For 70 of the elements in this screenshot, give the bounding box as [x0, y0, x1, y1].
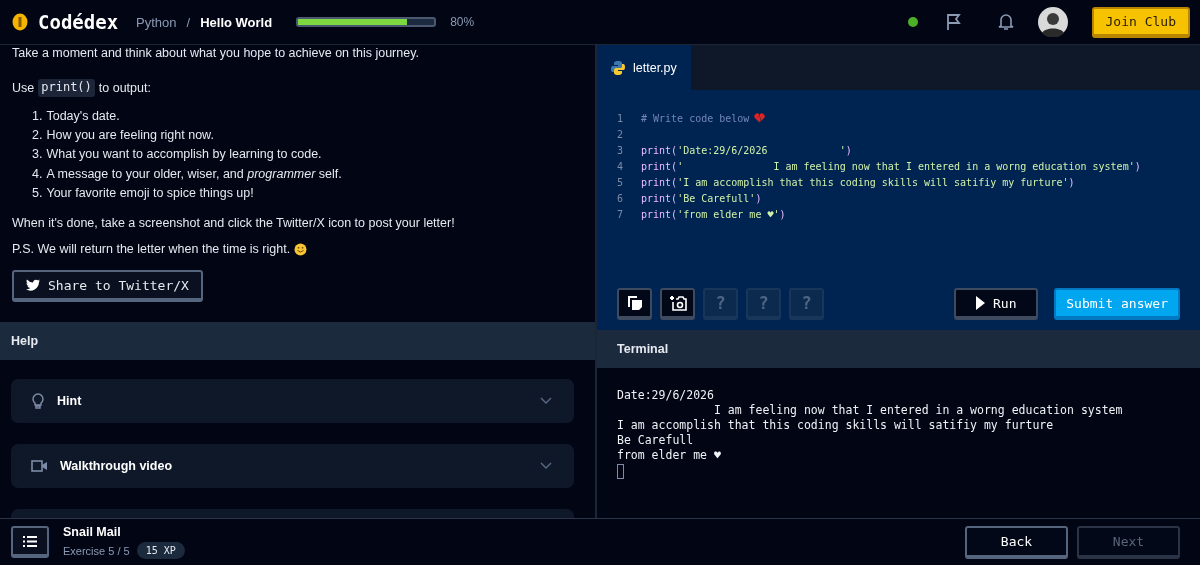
run-button[interactable]: Run	[954, 288, 1039, 320]
chevron-icon	[540, 397, 552, 405]
code-line: print(' I am feeling now that I entered in a worng education system')	[641, 160, 1141, 172]
step-number: 1.	[32, 107, 43, 125]
xp-badge: 15 XP	[136, 542, 185, 559]
file-tab[interactable]: letter.py	[597, 45, 691, 90]
terminal-output-line: from elder me ♥	[617, 448, 722, 463]
play-icon	[976, 296, 985, 310]
flag-icon[interactable]	[945, 13, 962, 31]
smiley-icon	[294, 242, 308, 256]
terminal-output-line: Be Carefull	[617, 433, 695, 448]
video-camera-icon	[31, 460, 48, 472]
line-number: 4	[617, 160, 625, 172]
copy-button[interactable]	[617, 288, 652, 320]
terminal-cursor	[617, 464, 624, 479]
code-line: print('from elder me ♥')	[641, 208, 786, 220]
breadcrumb-link[interactable]: Python	[136, 14, 177, 30]
terminal-output-line: I am accomplish that this coding skills will satifiy my furture	[617, 418, 1055, 433]
code-line: # Write code below	[641, 112, 750, 124]
terminal-header: Terminal	[597, 330, 1200, 368]
breadcrumb-separator: /	[186, 14, 191, 30]
code-line: print('I am accomplish that this coding skills will satifiy my furture')	[641, 176, 1075, 188]
code-line: print('Date:29/6/2026 ')	[641, 144, 852, 156]
step-number: 2.	[32, 127, 43, 144]
chevron-icon	[540, 462, 552, 470]
step-text: Your favorite emoji to spice things up!	[46, 184, 254, 202]
menu-button[interactable]	[11, 526, 49, 558]
line-number: 7	[617, 208, 625, 220]
list-icon	[23, 535, 37, 547]
bell-icon[interactable]	[997, 13, 1014, 31]
line-number: 3	[617, 144, 625, 156]
camera-plus-icon	[668, 295, 687, 311]
exercise-count: Exercise 5 / 5	[63, 544, 130, 557]
bird-icon	[26, 279, 40, 292]
help-header: Help	[0, 322, 595, 360]
coin-logo-icon	[12, 13, 28, 31]
exercise-title: Snail Mail	[63, 525, 122, 539]
logo[interactable]: Codédex	[38, 11, 119, 33]
instruction-text: Use	[12, 79, 35, 97]
lightbulb-icon	[31, 393, 45, 409]
closing-text: When it's done, take a screenshot and click the Twitter/X icon to post your letter!	[12, 216, 455, 231]
copy-icon	[626, 295, 643, 311]
join-club-button[interactable]: Join Club	[1091, 6, 1190, 38]
step-text: Today's date.	[46, 107, 120, 125]
code-line: print('Be Carefull')	[641, 192, 762, 204]
inline-code: print()	[38, 79, 95, 97]
step-text: A message to your older, wiser, and programmer self.	[46, 165, 342, 182]
step-text: How you are feeling right now.	[46, 127, 214, 144]
line-number: 5	[617, 176, 625, 188]
step-number: 5.	[32, 184, 43, 202]
accordion-item[interactable]: Hint	[11, 379, 574, 423]
line-number: 2	[617, 128, 625, 140]
intro-text: Take a moment and think about what you hope to achieve on this journey.	[12, 46, 419, 60]
terminal-output-line: I am feeling now that I entered in a worng education system	[712, 403, 1124, 418]
python-icon	[611, 60, 625, 75]
ps-text: P.S. We will return the letter when the time is right.	[12, 242, 291, 257]
terminal-output-line: Date:29/6/2026	[617, 388, 715, 403]
step-number: 4.	[32, 165, 43, 182]
step-text: What you want to accomplish by learning to code.	[46, 146, 322, 163]
avatar[interactable]	[1037, 7, 1068, 37]
step-number: 3.	[32, 146, 43, 163]
accordion-item[interactable]: Walkthrough video	[11, 444, 574, 488]
back-button[interactable]: Back	[965, 525, 1068, 559]
progress-reading: 80%	[450, 15, 475, 29]
breadcrumb-link[interactable]: Hello World	[200, 14, 273, 30]
instruction-text: to output:	[98, 79, 151, 97]
screenshot-button[interactable]	[660, 288, 695, 320]
line-number: 1	[617, 112, 625, 124]
line-number: 6	[617, 192, 625, 204]
share-button[interactable]: Share to Twitter/X	[12, 270, 203, 303]
